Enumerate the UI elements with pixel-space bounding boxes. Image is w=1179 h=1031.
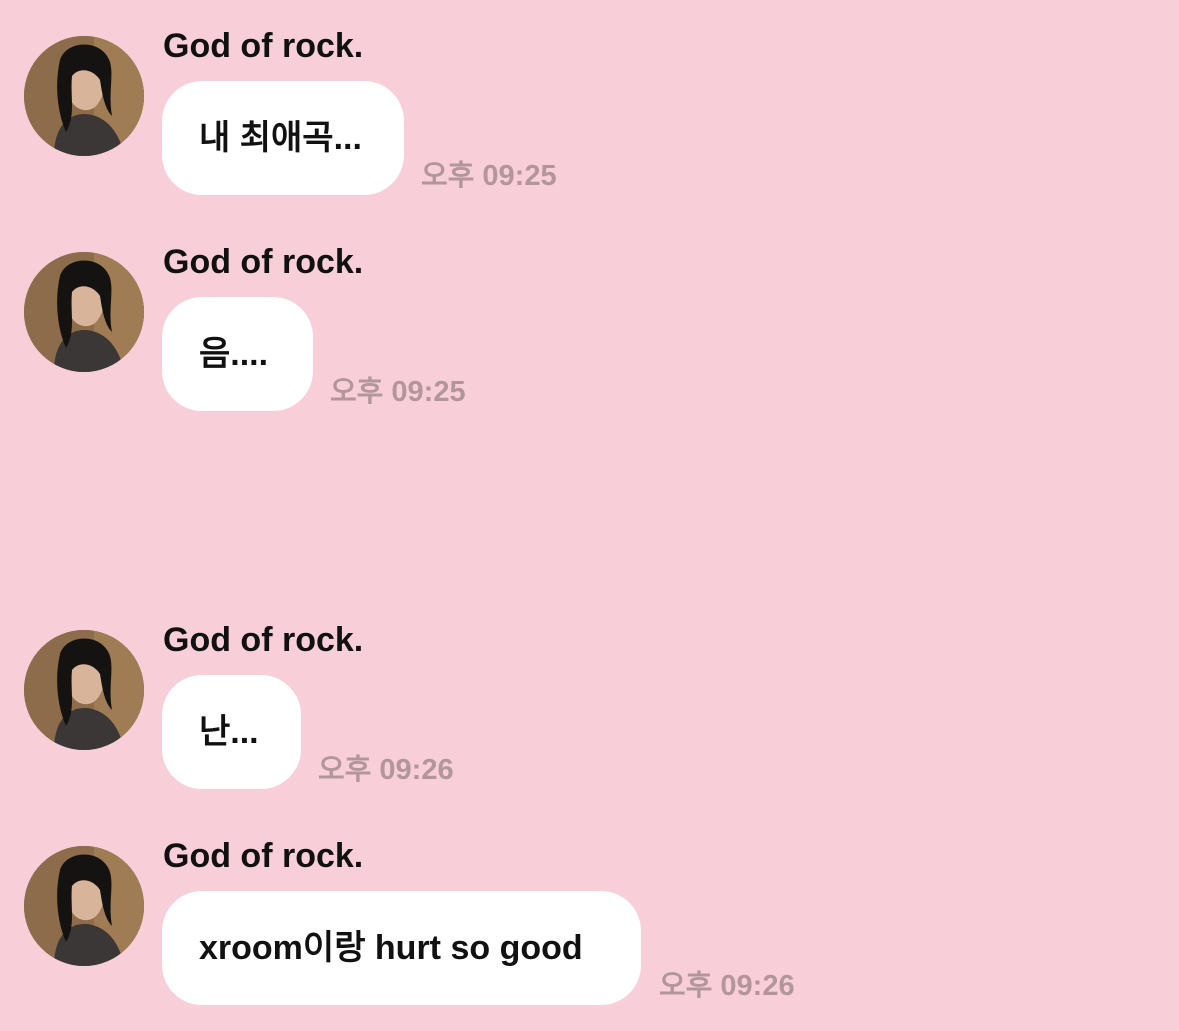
message-text: 난...	[199, 713, 259, 751]
message-bubble[interactable]: 내 최애곡...	[162, 81, 404, 195]
avatar-photo	[24, 630, 144, 750]
chat-message[interactable]: God of rock. 음.... 오후 09:25	[0, 216, 1179, 411]
message-text: 내 최애곡...	[199, 119, 362, 157]
message-bubble[interactable]: xroom이랑 hurt so good	[162, 891, 641, 1005]
message-text: xroom이랑 hurt so good	[199, 929, 583, 967]
chat-message[interactable]: God of rock. xroom이랑 hurt so good 오후 09:…	[0, 810, 1179, 1005]
chat-message[interactable]: God of rock. 내 최애곡... 오후 09:25	[0, 0, 1179, 195]
message-timestamp: 오후 09:25	[421, 160, 557, 192]
message-bubble[interactable]: 난...	[162, 675, 301, 789]
message-text: 음....	[199, 335, 269, 373]
sender-name: God of rock.	[163, 837, 364, 875]
sender-name: God of rock.	[163, 243, 364, 281]
avatar-photo	[24, 36, 144, 156]
message-bubble[interactable]: 음....	[162, 297, 313, 411]
message-timestamp: 오후 09:26	[659, 970, 795, 1002]
sender-avatar[interactable]	[24, 846, 144, 966]
message-timestamp: 오후 09:26	[318, 754, 454, 786]
message-timestamp: 오후 09:25	[330, 376, 466, 408]
sender-name: God of rock.	[163, 621, 364, 659]
sender-name: God of rock.	[163, 27, 364, 65]
sender-avatar[interactable]	[24, 630, 144, 750]
sender-avatar[interactable]	[24, 36, 144, 156]
avatar-photo	[24, 252, 144, 372]
chat-message[interactable]: God of rock. 난... 오후 09:26	[0, 594, 1179, 789]
sender-avatar[interactable]	[24, 252, 144, 372]
avatar-photo	[24, 846, 144, 966]
